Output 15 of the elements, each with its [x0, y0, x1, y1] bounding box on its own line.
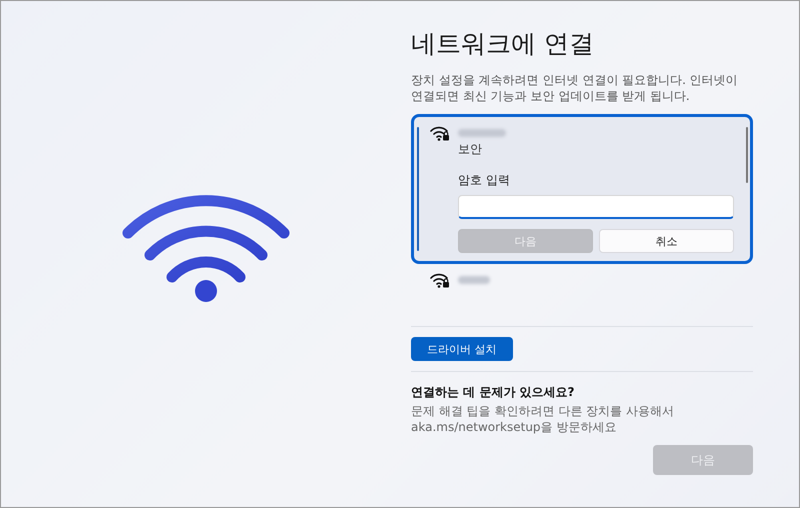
redacted-network-name	[458, 129, 506, 137]
password-field[interactable]	[458, 195, 734, 219]
page-title: 네트워크에 연결	[411, 28, 595, 60]
help-heading: 연결하는 데 문제가 있으세요?	[411, 384, 576, 401]
wifi-lock-icon	[430, 125, 450, 141]
password-label: 암호 입력	[458, 172, 511, 189]
install-driver-button[interactable]: 드라이버 설치	[411, 337, 512, 361]
help-text: 문제 해결 팁을 확인하려면 다른 장치를 사용해서 aka.ms/networksetup을 방문하세요	[411, 403, 675, 435]
wifi-icon	[120, 195, 292, 303]
description-text: 장치 설정을 계속하려면 인터넷 연결이 필요합니다. 인터넷이 연결되면 최신 기능과 보안 업데이트를 받게 됩니다.	[411, 72, 739, 104]
cancel-button[interactable]: 취소	[599, 229, 734, 253]
redacted-network-name	[458, 276, 490, 284]
security-label: 보안	[458, 141, 483, 158]
wifi-lock-icon	[430, 272, 450, 288]
scrollbar[interactable]	[746, 127, 748, 183]
